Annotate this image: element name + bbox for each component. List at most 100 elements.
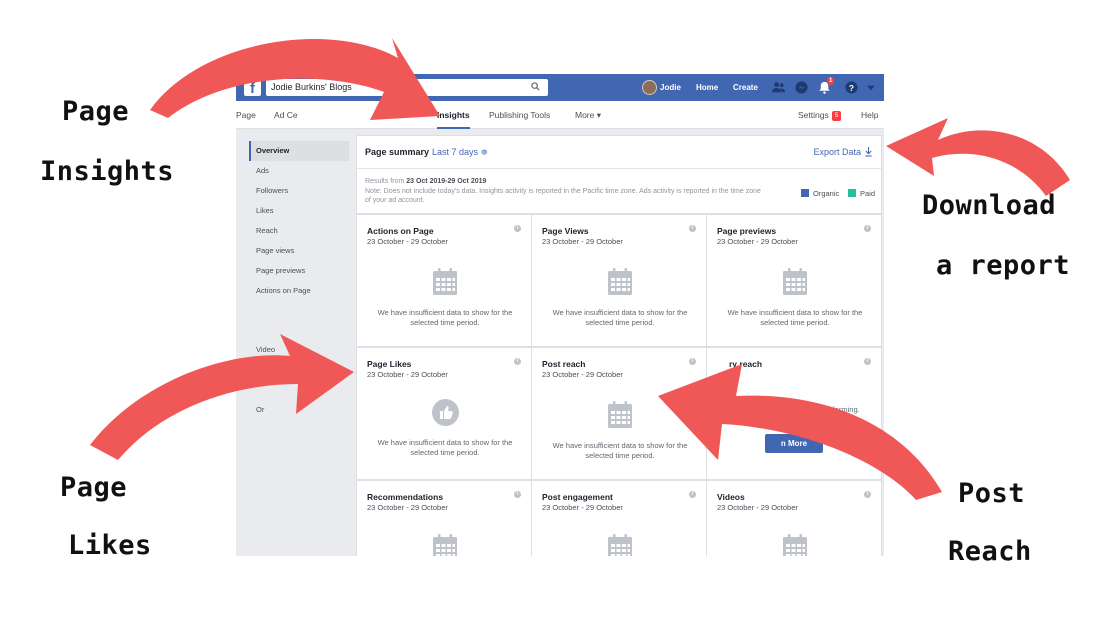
tab-page[interactable]: Page [236,101,256,129]
results-range-text: Results from 23 Oct 2019-29 Oct 2019 [365,178,486,185]
legend-paid-swatch [848,189,856,197]
search-icon[interactable] [531,82,540,91]
facebook-top-bar: f Jodie Burkins' Blogs Jodie Home Create… [236,74,884,101]
card-date: 23 October - 29 October [717,237,798,246]
calendar-icon [432,267,458,296]
card-title: ry reach [729,359,763,369]
arrow-download-report [886,118,1070,196]
legend-paid-label: Paid [860,189,876,198]
card-title: Videos [717,492,745,502]
tab-insights[interactable]: Insights [437,101,470,129]
create-link[interactable]: Create [733,74,758,101]
tab-publishing-tools[interactable]: Publishing Tools [489,101,550,129]
card-title: Post reach [542,359,586,369]
results-range: 23 Oct 2019-29 Oct 2019 [406,178,487,185]
info-icon[interactable]: i [689,225,696,232]
home-link[interactable]: Home [696,74,718,101]
card-date: 23 October - 29 October [367,370,448,379]
legend-organic-swatch [801,189,809,197]
calendar-icon [432,533,458,556]
card-message: stats on how your Page's s performing. [730,405,860,414]
sidebar-item-followers[interactable]: Followers [249,181,349,201]
card-message: We have insufficient data to show for th… [552,308,688,327]
facebook-logo-icon[interactable]: f [244,79,261,97]
info-icon[interactable]: i [864,225,871,232]
sidebar-item-page-views[interactable]: Page views [249,241,349,261]
annotation-page-likes-line2: Likes [68,530,152,561]
period-selector[interactable]: Last 7 days ≑ [432,147,488,158]
card-story-reach[interactable]: ry reach i stats on how your Page's s pe… [706,347,882,480]
card-page-views[interactable]: Page Views 23 October - 29 October i We … [531,214,707,347]
info-icon[interactable]: i [514,491,521,498]
card-post-engagement[interactable]: Post engagement 23 October - 29 October … [531,480,707,556]
export-data-link[interactable]: Export Data [813,147,861,157]
info-icon[interactable]: i [514,358,521,365]
sidebar-item-overview[interactable]: Overview [249,141,349,161]
insights-screenshot: f Jodie Burkins' Blogs Jodie Home Create… [236,74,884,556]
profile-link[interactable]: Jodie [660,74,681,101]
friends-icon[interactable] [771,80,786,95]
sidebar-item-orders[interactable]: Or [249,400,349,420]
page-tab-bar: Page Ad Ce Insights Publishing Tools Mor… [236,101,884,129]
card-message: We have insufficient data to show for th… [377,438,513,457]
card-title: Page Likes [367,359,412,369]
sidebar-item-actions-on-page[interactable]: Actions on Page [249,281,349,301]
info-icon[interactable]: i [689,358,696,365]
sidebar-item-reach[interactable]: Reach [249,221,349,241]
results-prefix: Results from [365,178,407,185]
card-title: Page Views [542,226,589,236]
card-page-likes[interactable]: Page Likes 23 October - 29 October i We … [356,347,532,480]
card-page-previews[interactable]: Page previews 23 October - 29 October i … [706,214,882,347]
messenger-icon[interactable] [794,80,809,95]
info-icon[interactable]: i [689,491,696,498]
annotation-page-insights-line2: Insights [40,156,175,187]
card-post-reach[interactable]: Post reach 23 October - 29 October i We … [531,347,707,480]
svg-text:?: ? [849,83,854,93]
tab-settings[interactable]: Settings 5 [798,101,842,129]
card-title: Actions on Page [367,226,434,236]
annotation-page-likes-line1: Page [60,472,128,503]
learn-more-button[interactable]: n More [765,434,823,453]
annotation-page-insights-line1: Page [62,96,130,127]
info-icon[interactable]: i [864,358,871,365]
avatar[interactable] [642,80,657,95]
calendar-icon [782,267,808,296]
sidebar-item-ads[interactable]: Ads [249,161,349,181]
tab-ad-centre[interactable]: Ad Ce [274,101,298,129]
page-summary-header: Page summary Last 7 days ≑ Export Data [357,136,881,169]
search-input[interactable]: Jodie Burkins' Blogs [266,79,548,96]
sidebar-item-page-previews[interactable]: Page previews [249,261,349,281]
tab-more[interactable]: More ▾ [575,101,601,129]
card-videos[interactable]: Videos 23 October - 29 October i [706,480,882,556]
sidebar-item-videos[interactable]: Video [249,340,349,360]
sidebar-item-likes[interactable]: Likes [249,201,349,221]
card-date: 23 October - 29 October [542,503,623,512]
card-actions-on-page[interactable]: Actions on Page 23 October - 29 October … [356,214,532,347]
info-icon[interactable]: i [514,225,521,232]
annotation-download-line2: a report [936,250,1071,281]
annotation-download-line1: Download [922,190,1057,221]
account-menu-caret-icon[interactable] [866,80,876,95]
timezone-note: Note: Does not include today's data. Ins… [365,188,761,204]
card-title: Recommendations [367,492,444,502]
legend-organic-label: Organic [813,189,840,198]
help-question-icon[interactable]: ? [844,80,859,95]
card-date: 23 October - 29 October [367,237,448,246]
annotation-post-reach-line1: Post [958,478,1026,509]
calendar-icon [782,533,808,556]
notification-count-badge: 1 [827,77,835,85]
card-date: 23 October - 29 October [542,237,623,246]
calendar-icon [607,533,633,556]
search-value: Jodie Burkins' Blogs [271,82,352,92]
annotation-post-reach-line2: Reach [948,536,1032,567]
card-message: We have insufficient data to show for th… [727,308,863,327]
card-message: We have insufficient data to show for th… [377,308,513,327]
thumbs-up-icon [432,399,459,426]
tab-help[interactable]: Help [861,101,878,129]
card-message: We have insufficient data to show for th… [552,441,688,460]
page-summary-panel: Page summary Last 7 days ≑ Export Data R… [356,135,882,214]
download-icon[interactable] [864,146,873,157]
info-icon[interactable]: i [864,491,871,498]
card-recommendations[interactable]: Recommendations 23 October - 29 October … [356,480,532,556]
page-summary-title: Page summary [365,147,430,157]
